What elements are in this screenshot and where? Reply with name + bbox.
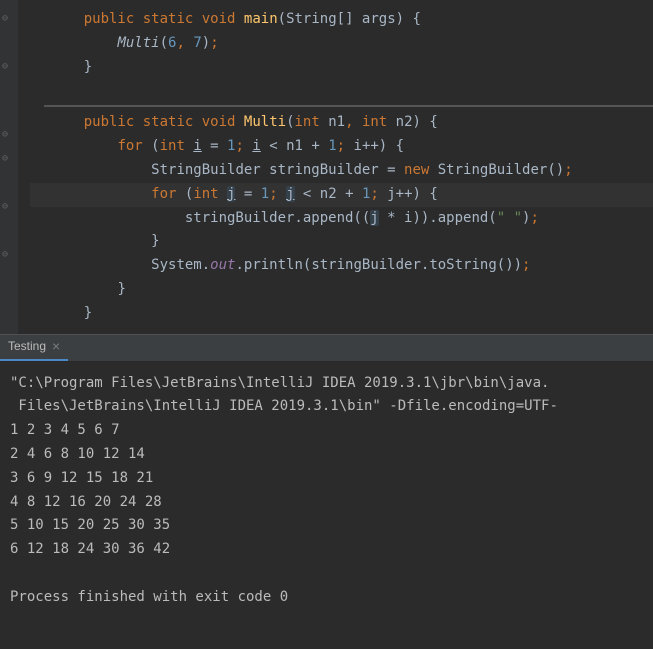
fold-icon[interactable]: ⊖: [2, 58, 14, 70]
code-token: new: [404, 162, 438, 178]
code-token: i: [252, 138, 260, 154]
code-token: }: [84, 59, 92, 75]
code-line[interactable]: System.out.println(stringBuilder.toStrin…: [30, 254, 653, 278]
code-token: (: [286, 114, 294, 130]
code-token: j: [370, 210, 378, 226]
code-token: void: [202, 11, 244, 27]
code-token: public: [84, 11, 143, 27]
code-token: out: [210, 257, 235, 273]
code-line[interactable]: }: [30, 56, 653, 80]
code-token: j: [286, 186, 294, 202]
code-token: * i)).append(: [379, 210, 497, 226]
code-token: ;: [530, 210, 538, 226]
tab-testing[interactable]: Testing ×: [0, 335, 68, 361]
code-line[interactable]: StringBuilder stringBuilder = new String…: [30, 159, 653, 183]
code-token: StringBuilder stringBuilder =: [151, 162, 404, 178]
code-token: (: [278, 11, 286, 27]
editor-gutter: ⊖ ⊖ ⊖ ⊖ ⊖ ⊖: [0, 0, 18, 334]
code-token: ;: [522, 257, 530, 273]
code-line[interactable]: public static void main(String[] args) {: [30, 8, 653, 32]
code-token: static: [143, 114, 202, 130]
code-token: int: [193, 186, 227, 202]
code-line[interactable]: }: [30, 278, 653, 302]
code-token: ;: [235, 138, 252, 154]
code-token: ,: [345, 114, 362, 130]
code-line[interactable]: }: [30, 230, 653, 254]
run-console[interactable]: "C:\Program Files\JetBrains\IntelliJ IDE…: [0, 362, 653, 620]
code-token: ,: [176, 35, 193, 51]
code-token: (: [151, 138, 159, 154]
code-token: ) {: [396, 11, 421, 27]
code-line[interactable]: public static void Multi(int n1, int n2)…: [30, 111, 653, 135]
code-token: for: [151, 186, 185, 202]
code-token: " ": [497, 210, 522, 226]
code-token: < n1 +: [261, 138, 328, 154]
code-token: ;: [269, 186, 286, 202]
code-token: ;: [210, 35, 218, 51]
code-line[interactable]: for (int j = 1; j < n2 + 1; j++) {: [30, 183, 653, 207]
code-token: =: [235, 186, 260, 202]
code-token: main: [244, 11, 278, 27]
tab-label: Testing: [8, 336, 46, 356]
code-token: }: [84, 305, 92, 321]
code-token: Multi: [244, 114, 286, 130]
code-token: (: [160, 35, 168, 51]
close-icon[interactable]: ×: [52, 335, 60, 359]
code-token: ) {: [413, 114, 438, 130]
separator-bar: [44, 105, 653, 107]
fold-icon[interactable]: ⊖: [2, 10, 14, 22]
code-token: public: [84, 114, 143, 130]
code-line[interactable]: }: [30, 302, 653, 326]
code-token: 7: [193, 35, 201, 51]
fold-icon[interactable]: ⊖: [2, 198, 14, 210]
fold-icon[interactable]: ⊖: [2, 246, 14, 258]
code-token: static: [143, 11, 202, 27]
code-token: StringBuilder(): [438, 162, 564, 178]
code-token: j++) {: [387, 186, 438, 202]
code-token: =: [202, 138, 227, 154]
code-line[interactable]: stringBuilder.append((j * i)).append(" "…: [30, 207, 653, 231]
code-token: int: [362, 114, 396, 130]
fold-icon[interactable]: ⊖: [2, 150, 14, 162]
code-token: }: [117, 281, 125, 297]
code-token: void: [202, 114, 244, 130]
code-token: n1: [328, 114, 345, 130]
code-area[interactable]: public static void main(String[] args) {…: [30, 8, 653, 326]
code-token: int: [295, 114, 329, 130]
code-token: 1: [261, 186, 269, 202]
code-token: ;: [564, 162, 572, 178]
code-token: 1: [328, 138, 336, 154]
code-line[interactable]: [30, 79, 653, 101]
code-token: System.: [151, 257, 210, 273]
run-tab-bar: Testing ×: [0, 334, 653, 362]
code-token: stringBuilder.append((: [185, 210, 370, 226]
code-token: String[] args: [286, 11, 396, 27]
code-token: ;: [337, 138, 354, 154]
code-token: Multi: [117, 35, 159, 51]
fold-icon[interactable]: ⊖: [2, 126, 14, 138]
code-token: n2: [396, 114, 413, 130]
code-token: i: [193, 138, 201, 154]
code-token: }: [151, 233, 159, 249]
code-token: < n2 +: [295, 186, 362, 202]
code-token: ;: [370, 186, 387, 202]
code-token: .println(stringBuilder.toString()): [235, 257, 522, 273]
code-token: i++) {: [354, 138, 405, 154]
code-token: for: [117, 138, 151, 154]
code-editor[interactable]: ⊖ ⊖ ⊖ ⊖ ⊖ ⊖ public static void main(Stri…: [0, 0, 653, 334]
code-token: ): [202, 35, 210, 51]
code-line[interactable]: Multi(6, 7);: [30, 32, 653, 56]
code-token: int: [160, 138, 194, 154]
code-line[interactable]: for (int i = 1; i < n1 + 1; i++) {: [30, 135, 653, 159]
